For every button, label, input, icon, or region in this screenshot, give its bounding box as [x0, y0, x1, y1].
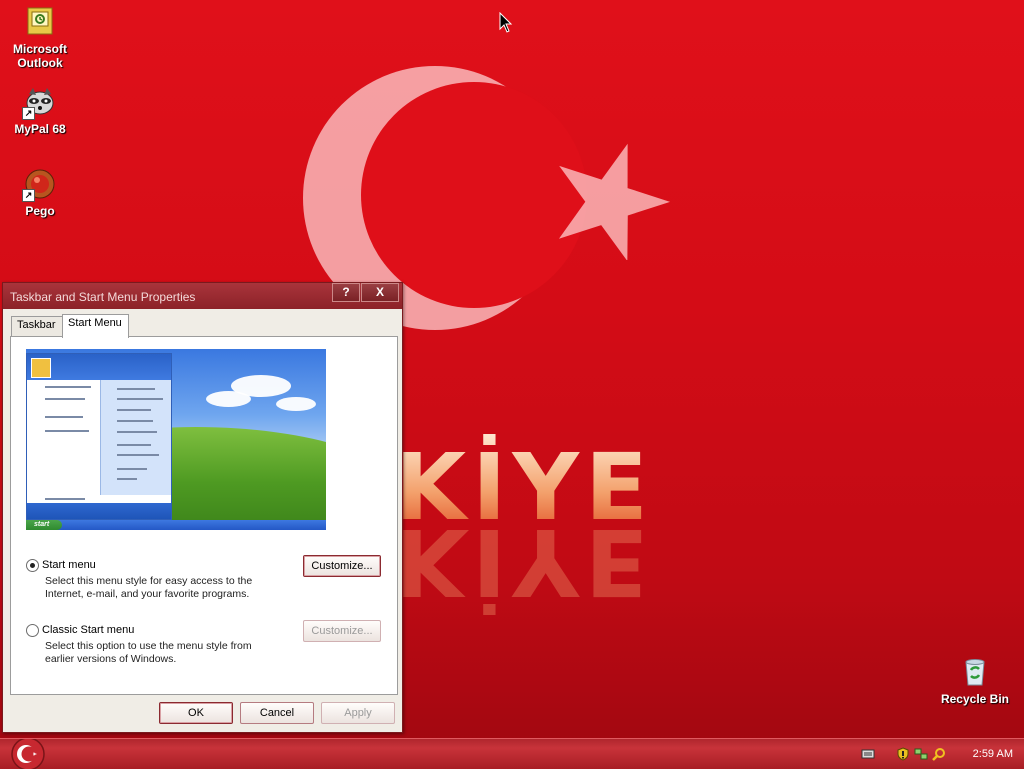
- clock[interactable]: 2:59 AM: [973, 748, 1013, 760]
- shortcut-arrow-icon: ↗: [22, 107, 35, 120]
- desktop: RKİYE RKİYE Microsoft Outlook ↗ MyPal 68…: [0, 0, 1024, 738]
- start-menu-radio[interactable]: [26, 559, 39, 572]
- dialog-titlebar[interactable]: Taskbar and Start Menu Properties ? X: [3, 283, 402, 309]
- start-menu-preview-image: start: [26, 349, 326, 530]
- taskbar-start-menu-properties-dialog: Taskbar and Start Menu Properties ? X Ta…: [2, 282, 403, 733]
- preview-user-avatar: [31, 358, 51, 378]
- wallpaper-star: [558, 143, 671, 260]
- classic-start-menu-option-description: Select this option to use the menu style…: [45, 640, 252, 665]
- desktop-icon-label: Recycle Bin: [940, 692, 1010, 706]
- start-button-icon[interactable]: [8, 739, 48, 769]
- ok-button[interactable]: OK: [159, 702, 233, 724]
- preview-menu-footer: [27, 503, 171, 519]
- start-menu-option-label[interactable]: Start menu: [42, 559, 96, 571]
- mypal-raccoon-icon: ↗: [22, 86, 56, 120]
- desktop-icon-label: MyPal 68: [14, 122, 66, 136]
- desktop-icon-label: Pego: [25, 204, 55, 218]
- recycle-bin-icon: [959, 656, 991, 688]
- taskbar: 2:59 AM: [0, 738, 1024, 769]
- preview-xp-taskbar: [26, 520, 326, 530]
- preview-cloud: [276, 397, 316, 411]
- preview-menu-line: [45, 398, 85, 400]
- desktop-icon-label: Microsoft Outlook: [13, 42, 67, 70]
- preview-menu-line: [117, 398, 163, 400]
- customize-classic-menu-button[interactable]: Customize...: [303, 620, 381, 642]
- cancel-button[interactable]: Cancel: [240, 702, 314, 724]
- search-icon[interactable]: [932, 747, 946, 761]
- tab-start-menu[interactable]: Start Menu: [62, 314, 129, 338]
- preview-menu-line: [117, 454, 159, 456]
- dialog-title: Taskbar and Start Menu Properties: [10, 290, 196, 304]
- preview-menu-line: [45, 430, 89, 432]
- desktop-icon-mypal[interactable]: ↗ MyPal 68: [1, 86, 79, 136]
- preview-menu-line: [117, 444, 151, 446]
- pego-icon: ↗: [22, 168, 56, 202]
- preview-menu-line: [117, 388, 155, 390]
- preview-menu-line: [45, 416, 83, 418]
- network-icon[interactable]: [914, 747, 928, 761]
- preview-xp-start-menu: [26, 353, 172, 520]
- shortcut-arrow-icon: ↗: [22, 189, 35, 202]
- help-button[interactable]: ?: [332, 283, 360, 302]
- tab-taskbar[interactable]: Taskbar: [11, 316, 65, 337]
- desktop-icon-outlook[interactable]: Microsoft Outlook: [1, 6, 79, 70]
- desktop-icon-pego[interactable]: ↗ Pego: [1, 168, 79, 218]
- start-menu-tab-panel: start Start menu Select this menu style …: [10, 336, 398, 695]
- mouse-cursor-icon: [499, 12, 513, 33]
- preview-menu-header: [27, 354, 171, 380]
- preview-menu-line: [117, 431, 157, 433]
- security-shield-icon[interactable]: [896, 747, 910, 761]
- customize-start-menu-button[interactable]: Customize...: [303, 555, 381, 577]
- classic-start-menu-option-label[interactable]: Classic Start menu: [42, 624, 134, 636]
- preview-start-button: start: [26, 520, 62, 530]
- desktop-icon-recycle-bin[interactable]: Recycle Bin: [936, 656, 1014, 706]
- close-button[interactable]: X: [361, 283, 399, 302]
- outlook-icon: [24, 6, 56, 38]
- preview-menu-line: [117, 468, 147, 470]
- system-tray: 2:59 AM: [854, 739, 1024, 769]
- preview-menu-line: [117, 478, 137, 480]
- preview-menu-line: [117, 420, 153, 422]
- classic-start-menu-radio[interactable]: [26, 624, 39, 637]
- preview-cloud: [206, 391, 251, 407]
- preview-menu-line: [45, 386, 91, 388]
- apply-button[interactable]: Apply: [321, 702, 395, 724]
- preview-menu-line: [117, 409, 151, 411]
- start-menu-option-description: Select this menu style for easy access t…: [45, 575, 253, 600]
- keyboard-icon[interactable]: [861, 747, 875, 761]
- preview-menu-line: [45, 498, 85, 500]
